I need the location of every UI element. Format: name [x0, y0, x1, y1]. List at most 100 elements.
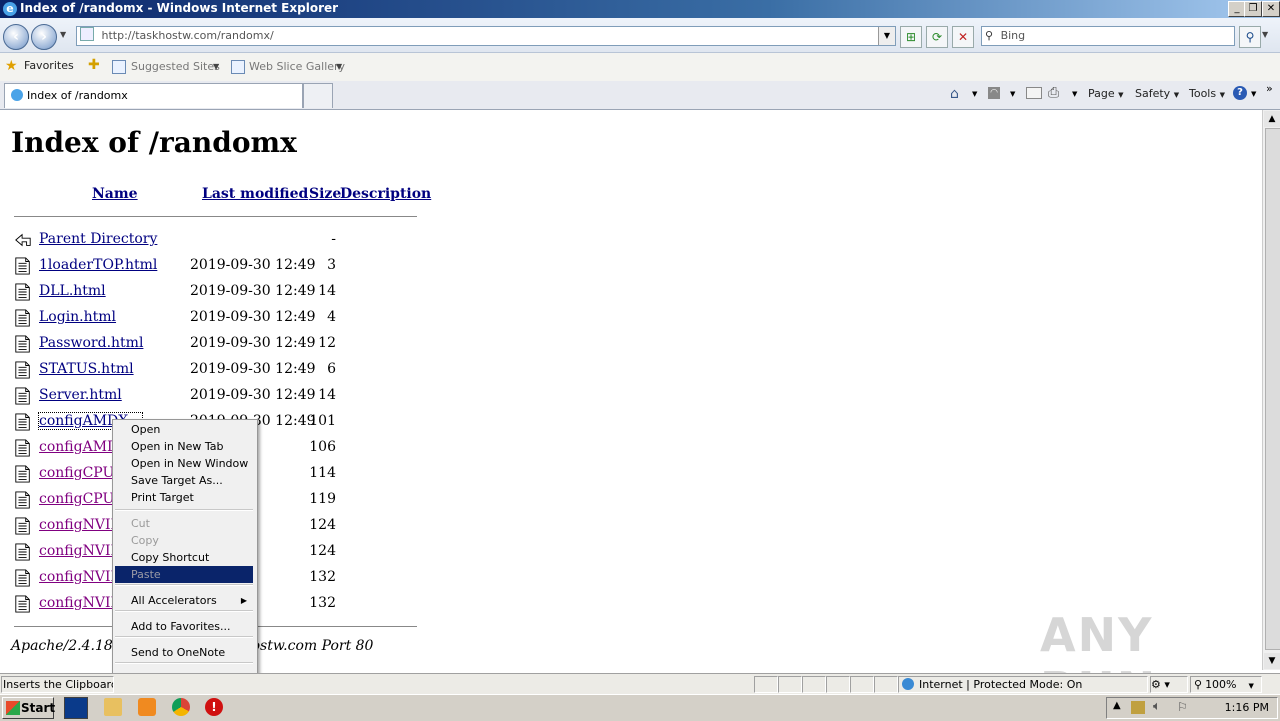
page-menu[interactable]: Page ▼ [1088, 87, 1124, 100]
feeds-dropdown-icon[interactable]: ▼ [1010, 90, 1015, 98]
parent-directory-link[interactable]: Parent Directory [39, 231, 157, 247]
file-icon [15, 465, 30, 483]
file-link[interactable]: configNVID [39, 517, 122, 533]
status-cell [802, 676, 826, 693]
address-dropdown-icon[interactable]: ▼ [878, 27, 895, 45]
refresh-icon[interactable]: ⟳ [926, 26, 948, 48]
file-icon [15, 595, 30, 613]
file-icon [15, 335, 30, 353]
web-slice-gallery-link[interactable]: Web Slice Gallery [249, 60, 345, 73]
ie-taskbar-icon[interactable] [64, 697, 88, 719]
forward-button[interactable]: › [31, 24, 57, 50]
column-header-last-modified[interactable]: Last modified [202, 186, 308, 202]
suggested-sites-link[interactable]: Suggested Sites [131, 60, 220, 73]
file-link[interactable]: DLL.html [39, 283, 106, 299]
maximize-button[interactable]: ❐ [1244, 1, 1262, 17]
tray-expand-icon[interactable]: ▲ [1113, 700, 1121, 711]
file-size: 132 [309, 569, 336, 585]
chevron-more-icon[interactable]: » [1266, 82, 1273, 95]
menu-item-all-accelerators[interactable]: All Accelerators ▶ [115, 592, 253, 609]
feeds-icon[interactable]: ◠ [988, 87, 1000, 99]
address-toolbar: ‹ › ▼ http://taskhostw.com/randomx/ ▼ ⊞ … [0, 18, 1280, 53]
menu-item-save-target-as[interactable]: Save Target As... [115, 472, 253, 489]
file-modified: 2019-09-30 12:49 [190, 361, 316, 377]
stop-icon[interactable]: ✕ [952, 26, 974, 48]
address-field[interactable]: http://taskhostw.com/randomx/ ▼ [76, 26, 896, 46]
add-favorites-icon[interactable]: ✚ [88, 57, 100, 73]
file-link[interactable]: Password.html [39, 335, 143, 351]
table-row: STATUS.html 2019-09-30 12:49 6 [14, 358, 434, 382]
menu-item-open[interactable]: Open [115, 421, 253, 438]
antivirus-icon[interactable]: ! [205, 698, 223, 716]
file-link[interactable]: configNVID [39, 543, 122, 559]
file-size: 119 [309, 491, 336, 507]
page-icon [80, 27, 94, 41]
security-zone[interactable]: Internet | Protected Mode: On [898, 676, 1148, 693]
page-menu-label: Page [1088, 87, 1115, 100]
file-link[interactable]: Login.html [39, 309, 116, 325]
home-dropdown-icon[interactable]: ▼ [972, 90, 977, 98]
close-button[interactable]: ✕ [1262, 1, 1280, 17]
column-header-description[interactable]: Description [340, 186, 431, 202]
menu-item-open-in-new-window[interactable]: Open in New Window [115, 455, 253, 472]
file-link[interactable]: configNVID [39, 595, 122, 611]
zoom-level[interactable]: ⚲ 100% ▼ [1190, 676, 1262, 693]
file-modified: 2019-09-30 12:49 [190, 257, 316, 273]
search-go-icon[interactable]: ⚲ [1239, 26, 1261, 48]
network-icon[interactable] [1131, 701, 1145, 714]
tab-ie-icon [11, 89, 23, 101]
clock[interactable]: 1:16 PM [1225, 701, 1269, 714]
favorites-button[interactable]: Favorites [24, 59, 74, 72]
file-link[interactable]: STATUS.html [39, 361, 134, 377]
status-cell [874, 676, 898, 693]
help-icon[interactable]: ? [1233, 86, 1247, 100]
explorer-folder-icon[interactable] [104, 698, 122, 716]
media-player-icon[interactable] [138, 698, 156, 716]
file-link[interactable]: configNVID [39, 569, 122, 585]
search-input[interactable]: ⚲ Bing [981, 26, 1235, 46]
chrome-icon[interactable] [172, 698, 190, 716]
tools-menu-label: Tools [1189, 87, 1217, 100]
tab-index-randomx[interactable]: Index of /randomx [4, 83, 303, 108]
webslice-dropdown-icon[interactable]: ▼ [336, 62, 342, 71]
home-icon[interactable]: ⌂ [950, 86, 959, 102]
action-center-flag-icon[interactable]: ⚐ [1177, 700, 1188, 714]
protected-mode-icon[interactable]: ⚙ ▾ [1150, 676, 1188, 693]
favorites-star-icon: ★ [5, 58, 18, 74]
search-options-icon[interactable]: ▼ [1262, 30, 1268, 39]
menu-item-open-in-new-tab[interactable]: Open in New Tab [115, 438, 253, 455]
print-dropdown-icon[interactable]: ▼ [1072, 90, 1077, 98]
file-link[interactable]: Server.html [39, 387, 122, 403]
window-title: Index of /randomx - Windows Internet Exp… [20, 1, 339, 15]
file-link[interactable]: 1loaderTOP.html [39, 257, 157, 273]
scroll-thumb[interactable] [1265, 128, 1280, 650]
menu-item-copy-shortcut[interactable]: Copy Shortcut [115, 549, 253, 566]
compatibility-view-icon[interactable]: ⊞ [900, 26, 922, 48]
print-icon[interactable]: ⎙ [1048, 85, 1059, 101]
column-header-size[interactable]: Size [309, 186, 341, 202]
safety-menu[interactable]: Safety ▼ [1135, 87, 1179, 100]
file-icon [15, 361, 30, 379]
new-tab-button[interactable] [303, 83, 333, 108]
start-button[interactable]: Start [2, 697, 55, 719]
menu-item-print-target[interactable]: Print Target [115, 489, 253, 506]
volume-icon[interactable]: 🔈︎ [1153, 699, 1161, 714]
file-size: 101 [309, 413, 336, 429]
help-dropdown-icon[interactable]: ▼ [1251, 90, 1256, 98]
column-header-name[interactable]: Name [92, 186, 138, 202]
vertical-scrollbar[interactable]: ▲ ▼ [1262, 110, 1280, 670]
web-slice-icon [231, 60, 245, 74]
file-link[interactable]: configAMD [39, 439, 118, 455]
menu-item-add-to-favorites[interactable]: Add to Favorites... [115, 618, 253, 635]
menu-item-label: Open in New Window [131, 457, 249, 470]
file-size: 124 [309, 543, 336, 559]
table-row: Server.html 2019-09-30 12:49 14 [14, 384, 434, 408]
history-dropdown-icon[interactable]: ▼ [60, 30, 66, 39]
tools-menu[interactable]: Tools ▼ [1189, 87, 1225, 100]
scroll-up-icon[interactable]: ▲ [1264, 111, 1280, 127]
back-button[interactable]: ‹ [3, 24, 29, 50]
menu-item-send-to-onenote[interactable]: Send to OneNote [115, 644, 253, 661]
suggested-dropdown-icon[interactable]: ▼ [213, 62, 219, 71]
read-mail-icon[interactable] [1026, 87, 1042, 99]
menu-item-paste[interactable]: Paste [115, 566, 253, 583]
